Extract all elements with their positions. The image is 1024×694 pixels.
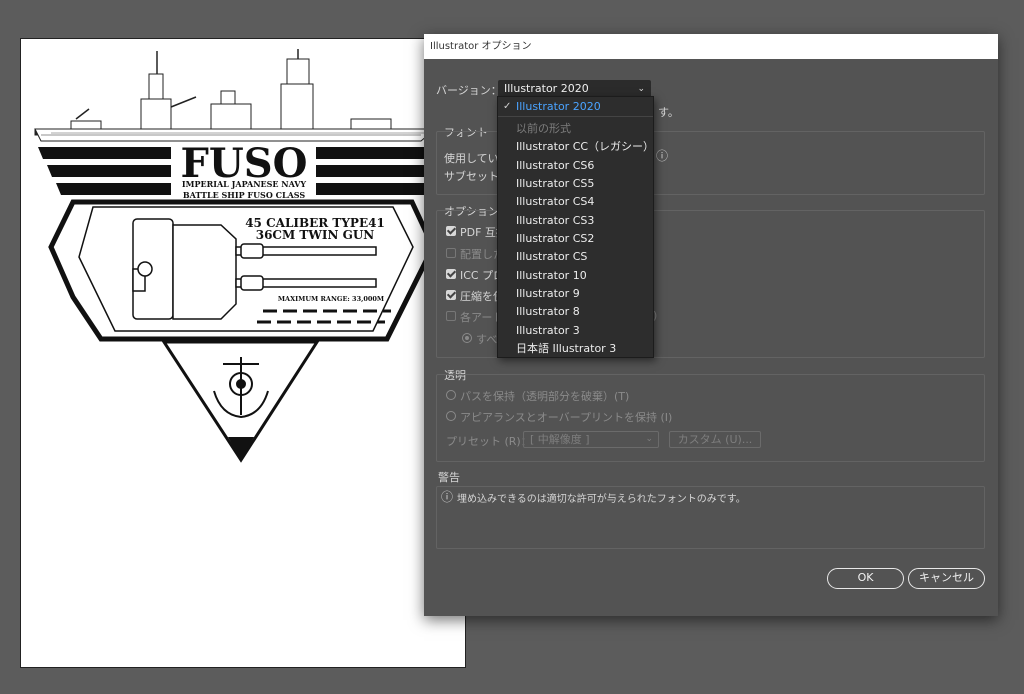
dropdown-item-label: Illustrator 2020 [516, 100, 601, 113]
version-select-value: Illustrator 2020 [504, 82, 589, 95]
pdf-compat-checkbox[interactable] [446, 226, 456, 236]
battleship-silhouette [34, 49, 437, 142]
keep-appearance-radio[interactable] [446, 411, 456, 421]
keep-appearance-label: アピアランスとオーバープリントを保持 (I) [460, 411, 673, 424]
font-line2: サブセット( [444, 170, 504, 183]
dropdown-item[interactable]: Illustrator CS5 [498, 175, 653, 193]
font-line1: 使用してい [444, 152, 499, 165]
dropdown-item[interactable]: Illustrator CS6 [498, 157, 653, 175]
dialog-title: Illustrator オプション [424, 34, 998, 59]
range-text: MAXIMUM RANGE: 33,000M [278, 295, 384, 303]
dropdown-item[interactable]: Illustrator 9 [498, 285, 653, 303]
chevron-down-icon: ⌄ [645, 434, 653, 444]
warning-text: 埋め込みできるのは適切な許可が与えられたフォントのみです。 [457, 494, 746, 505]
dropdown-item[interactable]: Illustrator 8 [498, 303, 653, 321]
warning-info-icon: ⓘ [441, 490, 454, 504]
all-artboards-label: すべ [476, 333, 498, 346]
compression-checkbox[interactable] [446, 290, 456, 300]
artboards-checkbox[interactable] [446, 311, 456, 321]
dropdown-item[interactable]: Illustrator 3 [498, 322, 653, 340]
info-icon[interactable]: ⓘ [656, 147, 668, 164]
artboard[interactable]: FUSO IMPERIAL JAPANESE NAVY BATTLE SHIP … [20, 38, 466, 668]
version-note: す。 [658, 106, 679, 119]
preset-label: プリセット (R)： [446, 435, 532, 448]
ok-button[interactable]: OK [827, 568, 904, 589]
placed-files-checkbox[interactable] [446, 248, 456, 258]
dropdown-separator [498, 116, 653, 117]
keep-paths-radio[interactable] [446, 390, 456, 400]
warning-section-title: 警告 [438, 471, 460, 484]
fuso-line1: IMPERIAL JAPANESE NAVY [182, 179, 307, 189]
fuso-artwork: FUSO IMPERIAL JAPANESE NAVY BATTLE SHIP … [34, 49, 449, 463]
dropdown-item[interactable]: 日本語 Illustrator 3 [498, 340, 653, 358]
dropdown-item[interactable]: Illustrator 10 [498, 267, 653, 285]
dropdown-item[interactable]: Illustrator CS3 [498, 212, 653, 230]
custom-button[interactable]: カスタム (U)... [669, 431, 761, 448]
dropdown-item[interactable]: Illustrator CS4 [498, 193, 653, 211]
keep-paths-label: パスを保持（透明部分を破棄）(T) [460, 390, 630, 403]
checkmark-icon: ✓ [503, 101, 512, 112]
fuso-line2: BATTLE SHIP FUSO CLASS [183, 190, 306, 200]
preset-select[interactable]: [ 中解像度 ] ⌄ [523, 431, 659, 448]
chevron-down-icon: ⌄ [637, 84, 645, 94]
cancel-button[interactable]: キャンセル [908, 568, 985, 589]
dropdown-item[interactable]: Illustrator CS [498, 248, 653, 266]
dropdown-item[interactable]: Illustrator CS2 [498, 230, 653, 248]
dropdown-legacy-header: 以前の形式 [516, 122, 571, 135]
all-artboards-radio[interactable] [462, 333, 472, 343]
icc-profile-checkbox[interactable] [446, 269, 456, 279]
dropdown-item-selected[interactable]: ✓ Illustrator 2020 [498, 98, 653, 116]
preset-select-value: [ 中解像度 ] [530, 433, 590, 446]
version-dropdown-menu: ✓ Illustrator 2020 以前の形式 Illustrator CC（… [497, 96, 654, 358]
version-label: バージョン： [436, 84, 502, 97]
dropdown-item[interactable]: Illustrator CC（レガシー） [498, 138, 654, 156]
gun-line2: 36CM TWIN GUN [256, 228, 375, 242]
